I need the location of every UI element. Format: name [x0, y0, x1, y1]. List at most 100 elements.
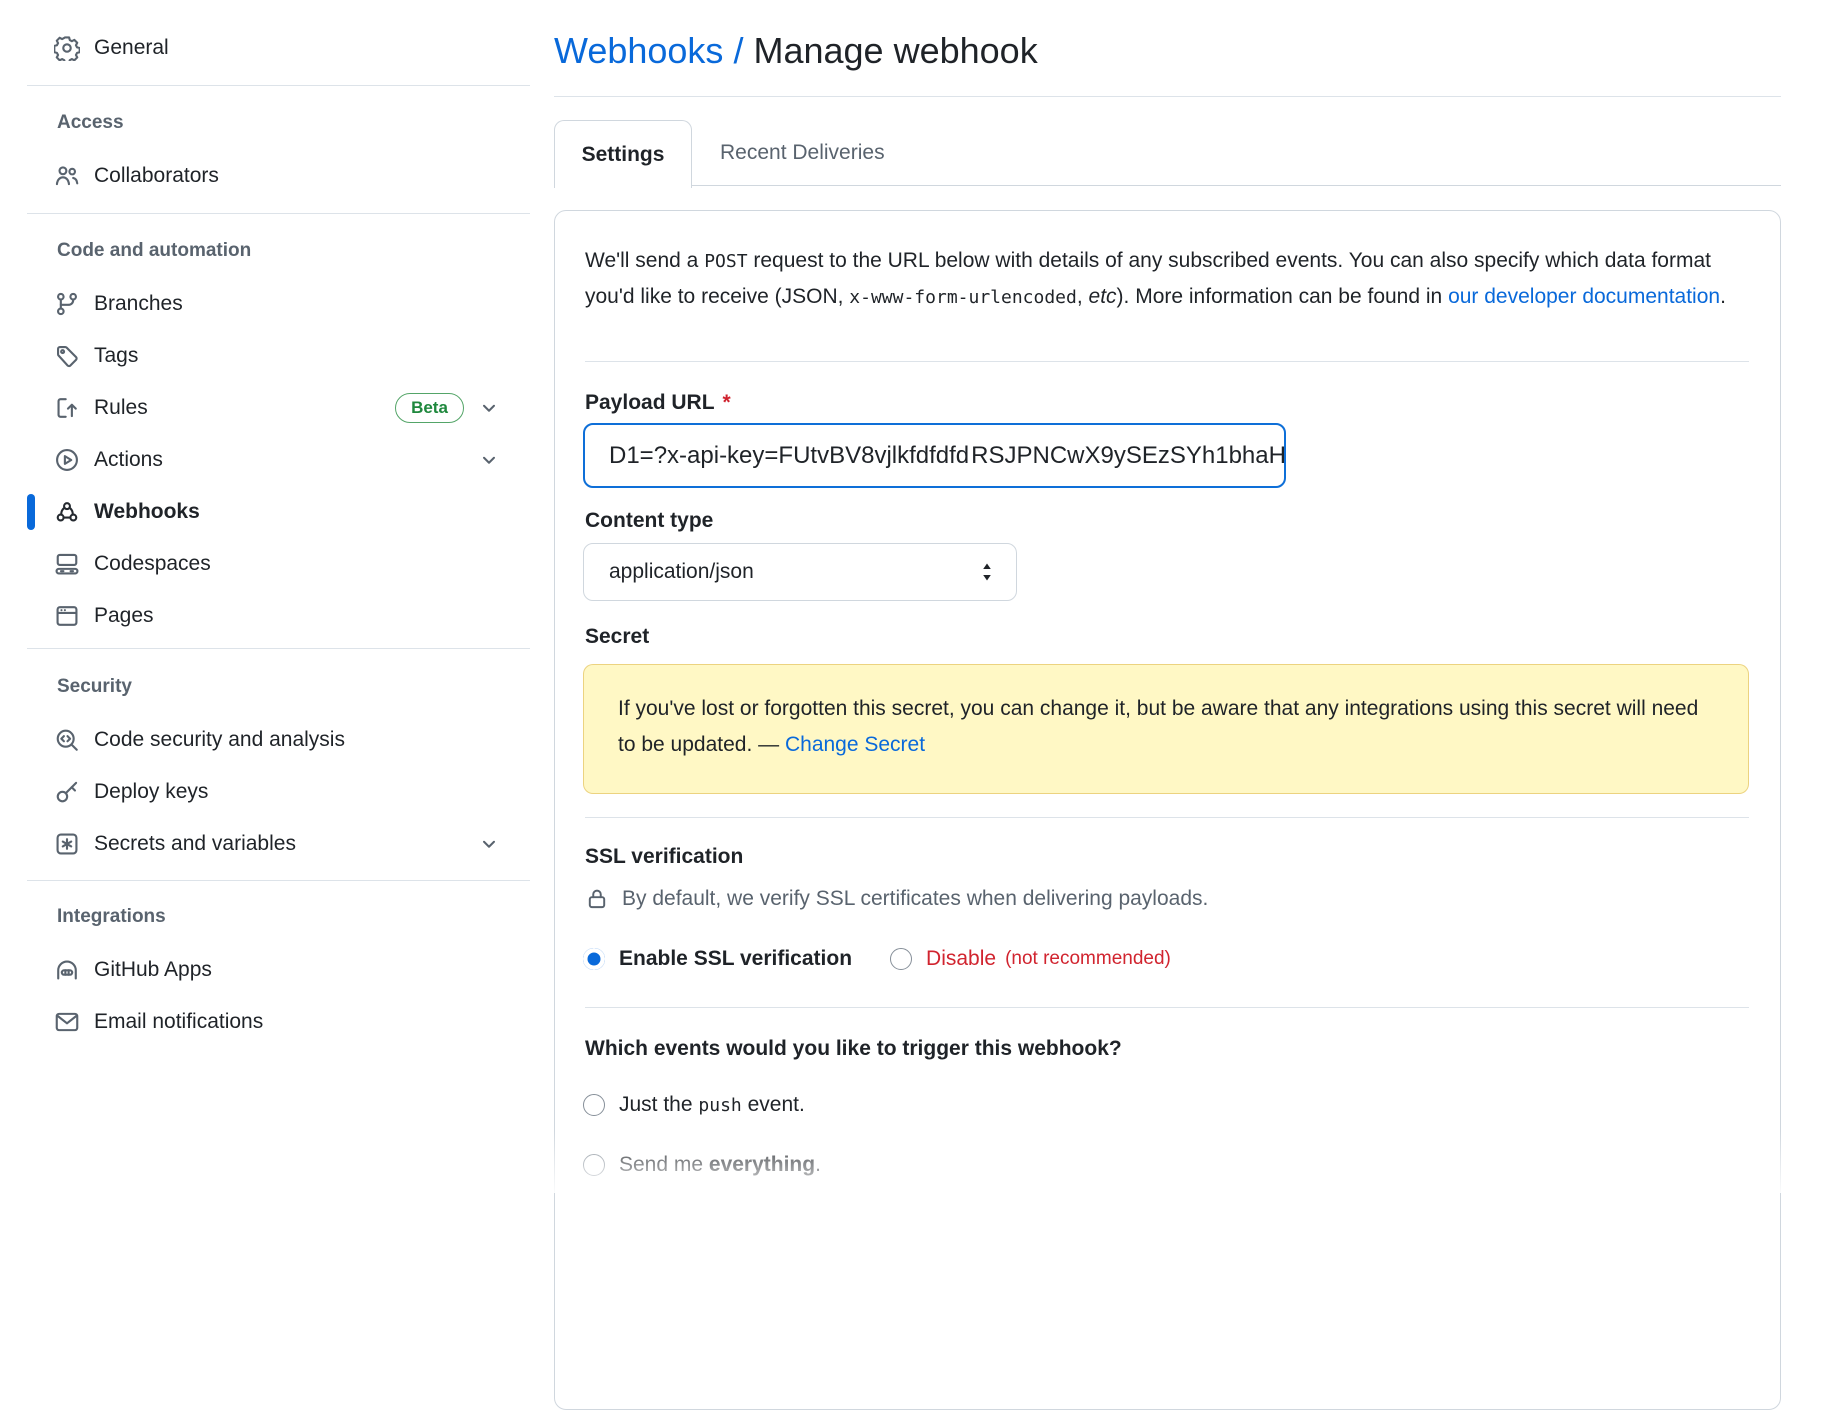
payload-url-label: Payload URL* — [585, 391, 731, 415]
sidebar-section-code-automation: Code and automation — [57, 240, 251, 264]
sidebar-item-label: Deploy keys — [94, 780, 208, 804]
disable-ssl-note: (not recommended) — [1005, 948, 1171, 970]
enable-ssl-label: Enable SSL verification — [619, 947, 852, 971]
payload-url-input[interactable]: D1=?x-api-key=FUtvBV8vjlkfdfdfdRSJPNCwX9… — [583, 423, 1286, 488]
secret-warning-box: If you've lost or forgotten this secret,… — [583, 664, 1749, 794]
sidebar-item-deploy-keys[interactable]: Deploy keys — [27, 766, 530, 818]
key-icon — [54, 779, 80, 805]
ssl-note-text: By default, we verify SSL certificates w… — [622, 887, 1208, 911]
sidebar-item-label: Rules — [94, 396, 148, 420]
webhook-settings-panel: We'll send a POST request to the URL bel… — [554, 210, 1781, 1410]
ssl-verification-heading: SSL verification — [585, 845, 743, 869]
change-secret-link[interactable]: Change Secret — [785, 733, 925, 756]
sidebar-item-label: General — [94, 36, 169, 60]
sidebar-section-integrations: Integrations — [57, 906, 166, 930]
sidebar-item-secrets-variables[interactable]: Secrets and variables — [27, 818, 530, 870]
code-scan-icon — [54, 727, 80, 753]
developer-documentation-link[interactable]: our developer documentation — [1448, 285, 1720, 308]
event-option-push: Just the push event. — [583, 1093, 805, 1117]
sidebar-item-pages[interactable]: Pages — [27, 590, 530, 642]
disable-ssl-label: Disable — [926, 947, 996, 971]
divider — [585, 361, 1749, 362]
input-value-before-caret: D1=?x-api-key=FUtvBV8vjlkfdfdfd — [609, 442, 969, 470]
sidebar-item-actions[interactable]: Actions — [27, 434, 530, 486]
disable-ssl-radio[interactable] — [890, 948, 912, 970]
everything-option-label: Send me everything. — [619, 1153, 821, 1177]
sidebar-item-github-apps[interactable]: GitHub Apps — [27, 944, 530, 996]
required-asterisk: * — [723, 391, 731, 414]
sidebar-divider — [27, 213, 530, 214]
sidebar-divider — [27, 880, 530, 881]
sidebar-item-label: GitHub Apps — [94, 958, 212, 982]
sidebar-item-label: Actions — [94, 448, 163, 472]
asterisk-box-icon — [54, 831, 80, 857]
enable-ssl-radio[interactable] — [583, 948, 605, 970]
sidebar-item-general[interactable]: General — [27, 22, 530, 74]
beta-badge: Beta — [395, 393, 464, 423]
chevron-down-icon[interactable] — [479, 450, 499, 470]
sidebar-section-access: Access — [57, 112, 124, 136]
sidebar-item-tags[interactable]: Tags — [27, 330, 530, 382]
sidebar-divider — [27, 85, 530, 86]
breadcrumb-separator: / — [733, 30, 743, 71]
push-event-radio[interactable] — [583, 1094, 605, 1116]
sidebar-item-collaborators[interactable]: Collaborators — [27, 150, 530, 202]
rules-icon — [54, 395, 80, 421]
browser-icon — [54, 603, 80, 629]
sidebar-item-label: Branches — [94, 292, 183, 316]
sidebar-item-label: Secrets and variables — [94, 832, 296, 856]
urlencoded-code: x-www-form-urlencoded — [849, 287, 1077, 308]
lock-icon — [585, 887, 609, 911]
page-title: Webhooks / Manage webhook — [554, 30, 1038, 72]
git-branch-icon — [54, 291, 80, 317]
everything-event-radio[interactable] — [583, 1154, 605, 1176]
push-code: push — [698, 1095, 741, 1116]
sidebar-item-label: Tags — [94, 344, 138, 368]
ssl-note-row: By default, we verify SSL certificates w… — [585, 887, 1208, 911]
gear-icon — [54, 35, 80, 61]
tab-label: Settings — [582, 143, 665, 167]
play-circle-icon — [54, 447, 80, 473]
chevron-down-icon[interactable] — [479, 398, 499, 418]
sidebar-item-label: Collaborators — [94, 164, 219, 188]
content-type-label: Content type — [585, 509, 713, 533]
event-option-everything: Send me everything. — [583, 1153, 821, 1177]
sidebar-item-label: Email notifications — [94, 1010, 263, 1034]
sidebar-item-label: Code security and analysis — [94, 728, 345, 752]
page-title-current: Manage webhook — [753, 30, 1037, 71]
people-icon — [54, 163, 80, 189]
sidebar-item-rules[interactable]: Rules Beta — [27, 382, 530, 434]
sidebar-item-branches[interactable]: Branches — [27, 278, 530, 330]
ssl-radio-row: Enable SSL verification Disable (not rec… — [583, 947, 1171, 971]
content-type-select[interactable]: application/json — [583, 543, 1017, 601]
title-divider — [554, 96, 1781, 97]
hubot-icon — [54, 957, 80, 983]
post-code: POST — [704, 251, 747, 272]
chevron-down-icon[interactable] — [479, 834, 499, 854]
divider — [585, 817, 1749, 818]
push-option-label: Just the push event. — [619, 1093, 805, 1117]
tab-settings[interactable]: Settings — [554, 120, 692, 188]
intro-text: We'll send a POST request to the URL bel… — [585, 243, 1752, 315]
secret-label: Secret — [585, 625, 649, 649]
webhook-icon — [54, 499, 80, 525]
tab-recent-deliveries[interactable]: Recent Deliveries — [692, 120, 913, 186]
input-value-after-caret: RSJPNCwX9ySEzSYh1bhaHXc — [971, 442, 1286, 470]
breadcrumb-webhooks-link[interactable]: Webhooks — [554, 30, 723, 71]
secret-warning-text: If you've lost or forgotten this secret,… — [618, 697, 1698, 756]
sidebar-item-codespaces[interactable]: Codespaces — [27, 538, 530, 590]
sidebar-item-email-notifications[interactable]: Email notifications — [27, 996, 530, 1048]
divider — [585, 1007, 1749, 1008]
sidebar-item-webhooks[interactable]: Webhooks — [27, 486, 530, 538]
sidebar-section-security: Security — [57, 676, 132, 700]
sidebar-item-code-security[interactable]: Code security and analysis — [27, 714, 530, 766]
sidebar-item-label: Pages — [94, 604, 154, 628]
codespaces-icon — [54, 551, 80, 577]
select-arrows-icon — [980, 562, 994, 582]
sidebar-item-label: Webhooks — [94, 500, 200, 524]
mail-icon — [54, 1009, 80, 1035]
sidebar-item-label: Codespaces — [94, 552, 211, 576]
sidebar-divider — [27, 648, 530, 649]
settings-sidebar: General Access Collaborators Code and au… — [0, 0, 554, 1193]
events-question: Which events would you like to trigger t… — [585, 1037, 1122, 1061]
